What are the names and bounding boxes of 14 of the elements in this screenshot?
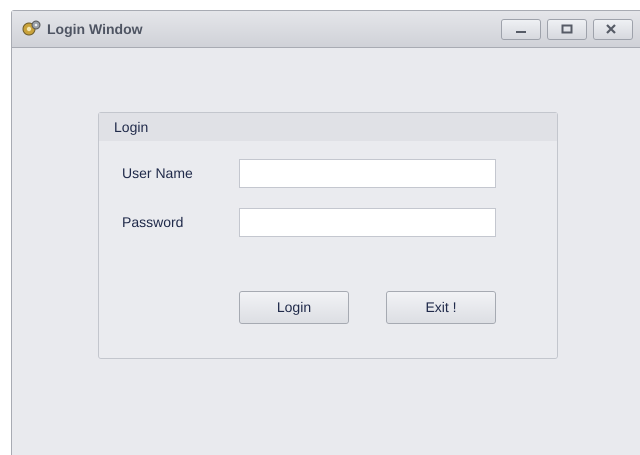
action-button[interactable]: Exit ! — [386, 291, 496, 324]
minimize-button[interactable] — [501, 18, 541, 40]
maximize-icon — [561, 24, 573, 34]
group-title: Login — [114, 118, 148, 137]
close-icon — [605, 24, 617, 34]
action-button[interactable]: Login — [239, 291, 349, 324]
input-field[interactable] — [239, 159, 496, 188]
close-button[interactable] — [593, 18, 633, 40]
input-field[interactable] — [239, 208, 496, 237]
field-label: Password — [122, 213, 184, 232]
maximize-button[interactable] — [547, 18, 587, 40]
minimize-icon — [516, 31, 526, 33]
window-title: Login Window — [47, 20, 143, 39]
field-label: User Name — [122, 164, 194, 183]
